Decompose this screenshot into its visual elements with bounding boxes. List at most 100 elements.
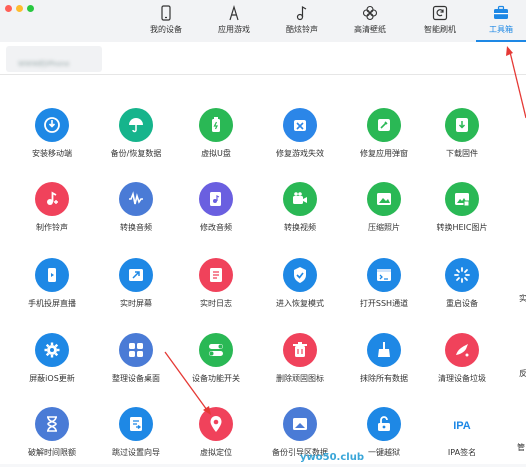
download-firmware-icon [445,108,479,142]
music-note-icon [293,4,311,22]
app-store-icon [225,4,243,22]
partial-tool-label: 反 [519,369,526,378]
repair-app-icon [367,108,401,142]
tool-screen-cast[interactable]: 手机投屏直播 [10,258,94,318]
nav-label: 高清壁纸 [354,25,386,34]
tool-toggle[interactable]: 设备功能开关 [174,333,258,393]
nav-wallpapers[interactable]: 高清壁纸 [336,4,404,40]
tool-live-screen[interactable]: 实时屏幕 [94,258,178,318]
tool-umbrella[interactable]: 备份/恢复数据 [94,108,178,168]
tool-live-log[interactable]: 实时日志 [174,258,258,318]
umbrella-icon [119,108,153,142]
tool-label: 破解时间限额 [28,448,76,457]
tool-download-firmware[interactable]: 下载固件 [420,108,504,168]
tool-clean[interactable]: 清理设备垃圾 [420,333,504,393]
audio-wave-icon [119,182,153,216]
tool-grid[interactable]: 整理设备桌面 [94,333,178,393]
tool-compress-photo[interactable]: 压缩照片 [342,182,426,242]
device-tab[interactable]: WWW的iPhone [6,46,102,72]
tool-broom[interactable]: 抹除所有数据 [342,333,426,393]
live-log-icon [199,258,233,292]
toolbox-icon [492,4,510,22]
ipa-icon: IPA [445,407,479,441]
tool-label: 备份/恢复数据 [110,149,162,158]
tool-reboot-spinner[interactable]: 重启设备 [420,258,504,318]
flower-icon [361,4,379,22]
tool-label: 手机投屏直播 [28,299,76,308]
tool-edit-audio[interactable]: 修改音频 [174,182,258,242]
minimize-window-button[interactable] [16,5,23,12]
nav-label: 工具箱 [489,25,513,34]
nav-ringtones[interactable]: 酷炫铃声 [268,4,336,40]
nav-my-device[interactable]: 我的设备 [132,4,200,40]
tool-audio-wave[interactable]: 转换音频 [94,182,178,242]
tool-label: IPA签名 [447,448,477,457]
tool-label: 制作铃声 [36,223,68,232]
tool-label: 修复应用弹窗 [360,149,408,158]
svg-text:IPA: IPA [453,420,471,432]
maximize-window-button[interactable] [27,5,34,12]
reboot-spinner-icon [445,258,479,292]
partial-tool-label: 管 [517,443,525,452]
video-camera-icon [283,182,317,216]
compress-photo-icon [367,182,401,216]
tool-label: 抹除所有数据 [360,374,408,383]
tool-trash[interactable]: 删除顽固图标 [258,333,342,393]
partial-tool-label: 实 [519,294,526,303]
gear-icon [35,333,69,367]
tool-label: 下载固件 [446,149,478,158]
nav-toolbox[interactable]: 工具箱 [476,4,526,42]
tool-label: 修改音频 [200,223,232,232]
device-bar: WWW的iPhone [0,42,526,75]
tool-label: 清理设备垃圾 [438,374,486,383]
tool-location-pin[interactable]: 虚拟定位 [174,407,258,467]
tool-hourglass[interactable]: 破解时间限额 [10,407,94,467]
unlock-icon [367,407,401,441]
tool-label: 打开SSH通道 [359,299,409,308]
backup-boot-icon [283,407,317,441]
tool-label: 虚拟U盘 [201,149,231,158]
tool-label: 进入恢复模式 [276,299,324,308]
location-pin-icon [199,407,233,441]
tool-label: 设备功能开关 [192,374,240,383]
tool-label: 实时日志 [200,299,232,308]
tool-usb-drive[interactable]: 虚拟U盘 [174,108,258,168]
tool-label: 整理设备桌面 [112,374,160,383]
tool-ipa[interactable]: IPA IPA签名 [420,407,504,467]
trash-icon [283,333,317,367]
tool-skip-setup[interactable]: 跳过设置向导 [94,407,178,467]
active-tab-underline [476,40,526,42]
tool-heic-image[interactable]: 转换HEIC图片 [420,182,504,242]
ringtone-icon [35,182,69,216]
close-window-button[interactable] [5,5,12,12]
tool-repair-app[interactable]: 修复应用弹窗 [342,108,426,168]
shield-check-icon [283,258,317,292]
tool-label: 屏蔽iOS更新 [29,374,75,383]
tool-label: 删除顽固图标 [276,374,324,383]
tool-label: 转换HEIC图片 [436,223,488,232]
tool-repair-game[interactable]: 修复游戏失效 [258,108,342,168]
nav-apps-games[interactable]: 应用游戏 [200,4,268,40]
tool-shield-check[interactable]: 进入恢复模式 [258,258,342,318]
usb-drive-icon [199,108,233,142]
tool-gear[interactable]: 屏蔽iOS更新 [10,333,94,393]
tool-label: 安装移动端 [32,149,72,158]
tool-label: 虚拟定位 [200,448,232,457]
clean-icon [445,333,479,367]
tool-label: 转换音频 [120,223,152,232]
nav-smart-flash[interactable]: 智能刷机 [406,4,474,40]
phone-icon [157,4,175,22]
nav-label: 智能刷机 [424,25,456,34]
tool-ringtone[interactable]: 制作铃声 [10,182,94,242]
edit-audio-icon [199,182,233,216]
screen-cast-icon [35,258,69,292]
refresh-box-icon [431,4,449,22]
grid-icon [119,333,153,367]
ssh-window-icon [367,258,401,292]
tool-label: 转换视频 [284,223,316,232]
install-app-icon [35,108,69,142]
heic-image-icon [445,182,479,216]
tool-install-app[interactable]: 安装移动端 [10,108,94,168]
tool-video-camera[interactable]: 转换视频 [258,182,342,242]
tool-ssh-window[interactable]: 打开SSH通道 [342,258,426,318]
